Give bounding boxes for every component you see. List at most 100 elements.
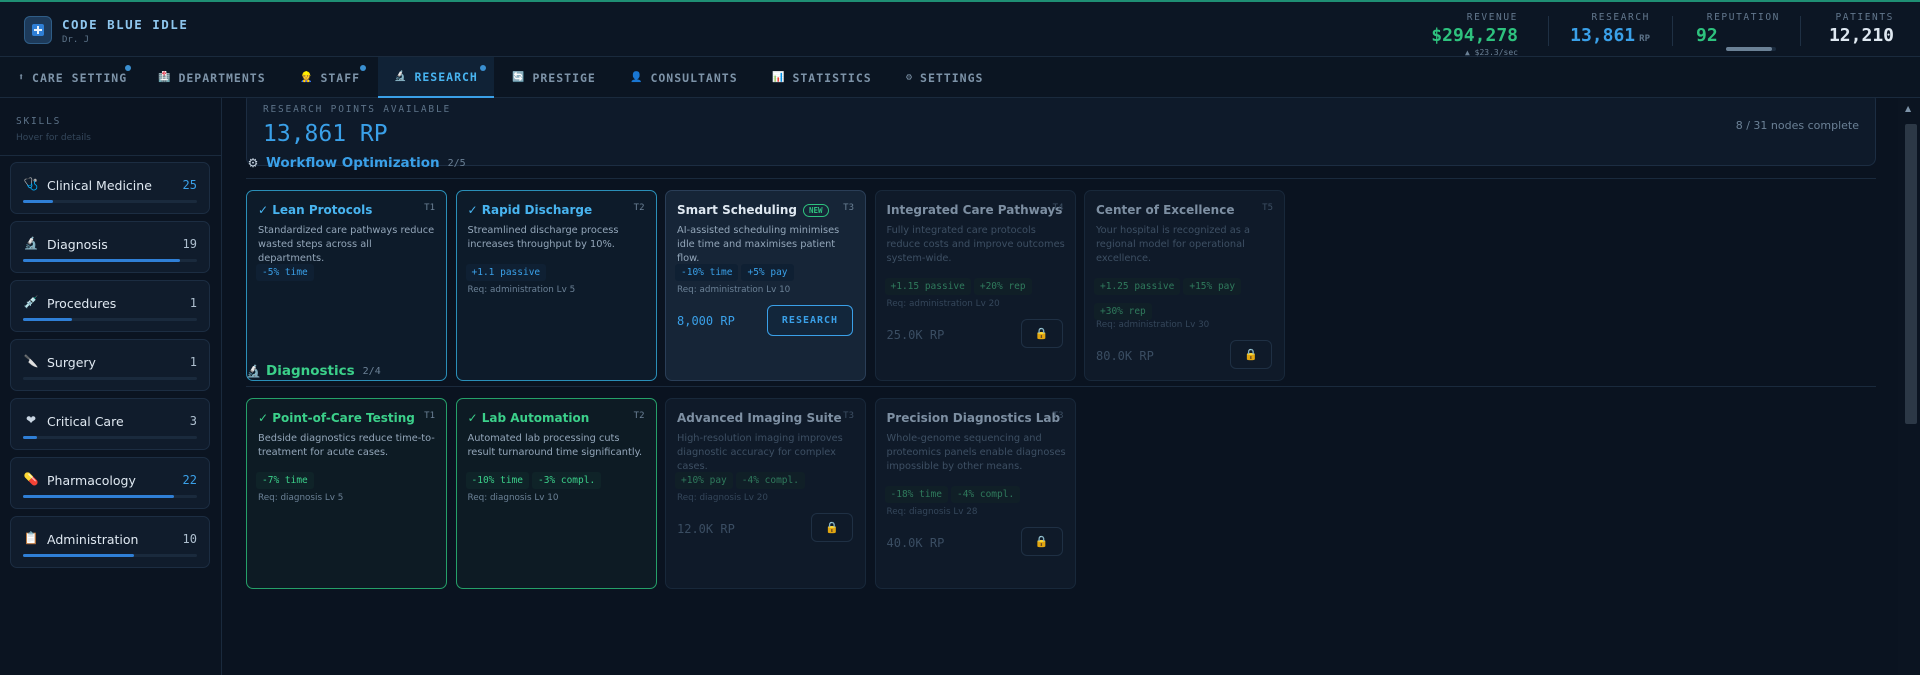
node-title: Integrated Care Pathways bbox=[886, 203, 1063, 217]
skill-progress-fill bbox=[23, 259, 180, 262]
effect-chip: -10% time bbox=[675, 264, 739, 281]
effect-chip: +5% pay bbox=[741, 264, 794, 281]
cycle-icon: 🔄 bbox=[512, 72, 526, 83]
skill-level: 1 bbox=[189, 355, 197, 369]
skill-card-diagnosis[interactable]: 🔬 Diagnosis 19 bbox=[10, 221, 210, 273]
section-icon: ⚙ bbox=[247, 156, 259, 170]
scrollbar-thumb[interactable] bbox=[1905, 124, 1917, 424]
skill-card-procedures[interactable]: 💉 Procedures 1 bbox=[10, 280, 210, 332]
skill-name: Diagnosis bbox=[47, 237, 108, 252]
node-requirement: Req: diagnosis Lv 5 bbox=[258, 493, 344, 503]
section-header-workflow-optimization: ⚙ Workflow Optimization 2/5 bbox=[246, 155, 466, 171]
lock-icon: 🔒 bbox=[1230, 340, 1272, 369]
node-requirement: Req: diagnosis Lv 20 bbox=[677, 493, 768, 503]
skill-progress-bar bbox=[23, 200, 197, 203]
research-node-smart-scheduling[interactable]: Smart Scheduling NEW T3 AI-assisted schedul… bbox=[665, 190, 866, 381]
revenue-rate: ▲ $23.3/sec bbox=[1465, 48, 1518, 57]
skill-icon: 🩺 bbox=[23, 177, 39, 191]
node-effects: +1.15 passive +20% rep bbox=[884, 274, 1071, 299]
effect-chip: +20% rep bbox=[973, 278, 1032, 295]
node-tier: T1 bbox=[424, 411, 435, 421]
revenue-label: REVENUE bbox=[1466, 12, 1518, 23]
main-tabs: ⬆ CARE SETTING 🏥 DEPARTMENTS 👷 STAFF 🔬 RESEA… bbox=[0, 57, 1920, 98]
node-cost: 40.0K RP bbox=[886, 536, 945, 550]
skill-progress-bar bbox=[23, 436, 197, 439]
hospital-icon: 🏥 bbox=[158, 72, 172, 83]
node-requirement: Req: diagnosis Lv 28 bbox=[886, 507, 978, 517]
node-title: ✓ Rapid Discharge bbox=[467, 203, 593, 217]
skill-icon: ❤ bbox=[25, 413, 37, 427]
effect-chip: +1.15 passive bbox=[884, 278, 971, 295]
node-description: Fully integrated care protocols reduce c… bbox=[886, 225, 1065, 264]
effect-chip: +30% rep bbox=[1094, 303, 1152, 320]
bar-chart-icon: 📊 bbox=[772, 72, 786, 83]
research-node-lab-automation: ✓ Lab Automation T2 Automated lab processi… bbox=[455, 398, 657, 589]
new-badge: NEW bbox=[803, 204, 829, 217]
skill-card-pharmacology[interactable]: 💊 Pharmacology 22 bbox=[10, 457, 210, 509]
node-tier: T4 bbox=[1052, 203, 1064, 213]
skill-card-surgery[interactable]: 🔪 Surgery 1 bbox=[10, 339, 210, 391]
research-unit: RP bbox=[1639, 34, 1650, 44]
node-effects: -18% time -4% compl. bbox=[884, 482, 1071, 507]
skill-progress-fill bbox=[23, 554, 135, 557]
node-title: Center of Excellence bbox=[1096, 203, 1235, 217]
node-cost: 80.0K RP bbox=[1096, 349, 1154, 363]
research-node-rapid-discharge: ✓ Rapid Discharge T2 Streamlined discharge… bbox=[455, 190, 657, 381]
tab-statistics[interactable]: 📊 STATISTICS bbox=[766, 57, 878, 98]
skill-progress-fill bbox=[23, 495, 175, 498]
skill-card-administration[interactable]: 📋 Administration 10 bbox=[10, 516, 210, 568]
node-tier: T2 bbox=[633, 203, 645, 213]
tab-label: RESEARCH bbox=[414, 69, 478, 84]
skill-level: 3 bbox=[189, 414, 197, 428]
node-title: Advanced Imaging Suite bbox=[677, 411, 842, 425]
section-header-diagnostics: 🔬 Diagnostics 2/4 bbox=[246, 363, 381, 379]
skill-icon: 🔬 bbox=[23, 236, 39, 250]
skill-icon: 📋 bbox=[23, 531, 39, 545]
microscope-icon: 🔬 bbox=[394, 71, 408, 82]
node-requirement: Req: diagnosis Lv 10 bbox=[467, 493, 559, 503]
research-button[interactable]: RESEARCH bbox=[767, 305, 853, 336]
node-title: Smart Scheduling bbox=[677, 203, 798, 217]
revenue-value: $294,278 bbox=[1431, 25, 1518, 46]
tab-departments[interactable]: 🏥 DEPARTMENTS bbox=[152, 57, 272, 98]
section-icon: 🔬 bbox=[246, 364, 261, 378]
node-title: ✓ Lab Automation bbox=[467, 411, 590, 425]
hospital-icon bbox=[32, 24, 44, 36]
skill-progress-bar bbox=[23, 259, 197, 262]
skill-name: Surgery bbox=[47, 355, 96, 370]
tab-settings[interactable]: ⚙ SETTINGS bbox=[900, 57, 989, 98]
node-effects: +10% pay -4% compl. bbox=[675, 468, 861, 493]
node-tier: T1 bbox=[424, 203, 435, 213]
tab-staff[interactable]: 👷 STAFF bbox=[294, 57, 367, 98]
tab-consultants[interactable]: 👤 CONSULTANTS bbox=[624, 57, 744, 98]
node-cost: 12.0K RP bbox=[677, 522, 735, 536]
research-label: RESEARCH bbox=[1591, 12, 1650, 23]
research-points-label: RESEARCH POINTS AVAILABLE bbox=[263, 104, 451, 115]
tab-label: CONSULTANTS bbox=[650, 70, 738, 85]
app-logo bbox=[24, 16, 52, 44]
node-effects: +1.1 passive bbox=[465, 260, 652, 285]
section-title: Workflow Optimization bbox=[266, 155, 440, 171]
node-title: ✓ Lean Protocols bbox=[258, 203, 373, 217]
tab-label: CARE SETTING bbox=[32, 70, 128, 85]
skill-icon: 🔪 bbox=[23, 354, 39, 368]
tab-research[interactable]: 🔬 RESEARCH bbox=[378, 57, 494, 98]
node-tier: T3 bbox=[843, 203, 854, 213]
scroll-up-icon[interactable]: ▲ bbox=[1905, 104, 1911, 113]
skill-card-critical-care[interactable]: ❤ Critical Care 3 bbox=[10, 398, 210, 450]
node-requirement: Req: administration Lv 5 bbox=[467, 285, 576, 295]
node-cost: 25.0K RP bbox=[886, 328, 945, 342]
section-divider bbox=[246, 386, 1876, 387]
effect-chip: -5% time bbox=[256, 264, 314, 281]
tab-prestige[interactable]: 🔄 PRESTIGE bbox=[506, 57, 602, 98]
skill-level: 25 bbox=[182, 178, 197, 192]
nodes-complete: 8 / 31 nodes complete bbox=[1735, 119, 1859, 132]
skill-card-clinical-medicine[interactable]: 🩺 Clinical Medicine 25 bbox=[10, 162, 210, 214]
divider bbox=[1548, 16, 1549, 46]
tab-care-setting[interactable]: ⬆ CARE SETTING bbox=[12, 57, 133, 98]
skill-progress-bar bbox=[23, 377, 197, 380]
node-cost: 8,000 RP bbox=[677, 314, 735, 328]
player-name: Dr. J bbox=[62, 35, 90, 45]
research-panel: RESEARCH POINTS AVAILABLE 13,861 RP 8 / … bbox=[222, 98, 1898, 675]
lock-icon: 🔒 bbox=[811, 513, 853, 542]
